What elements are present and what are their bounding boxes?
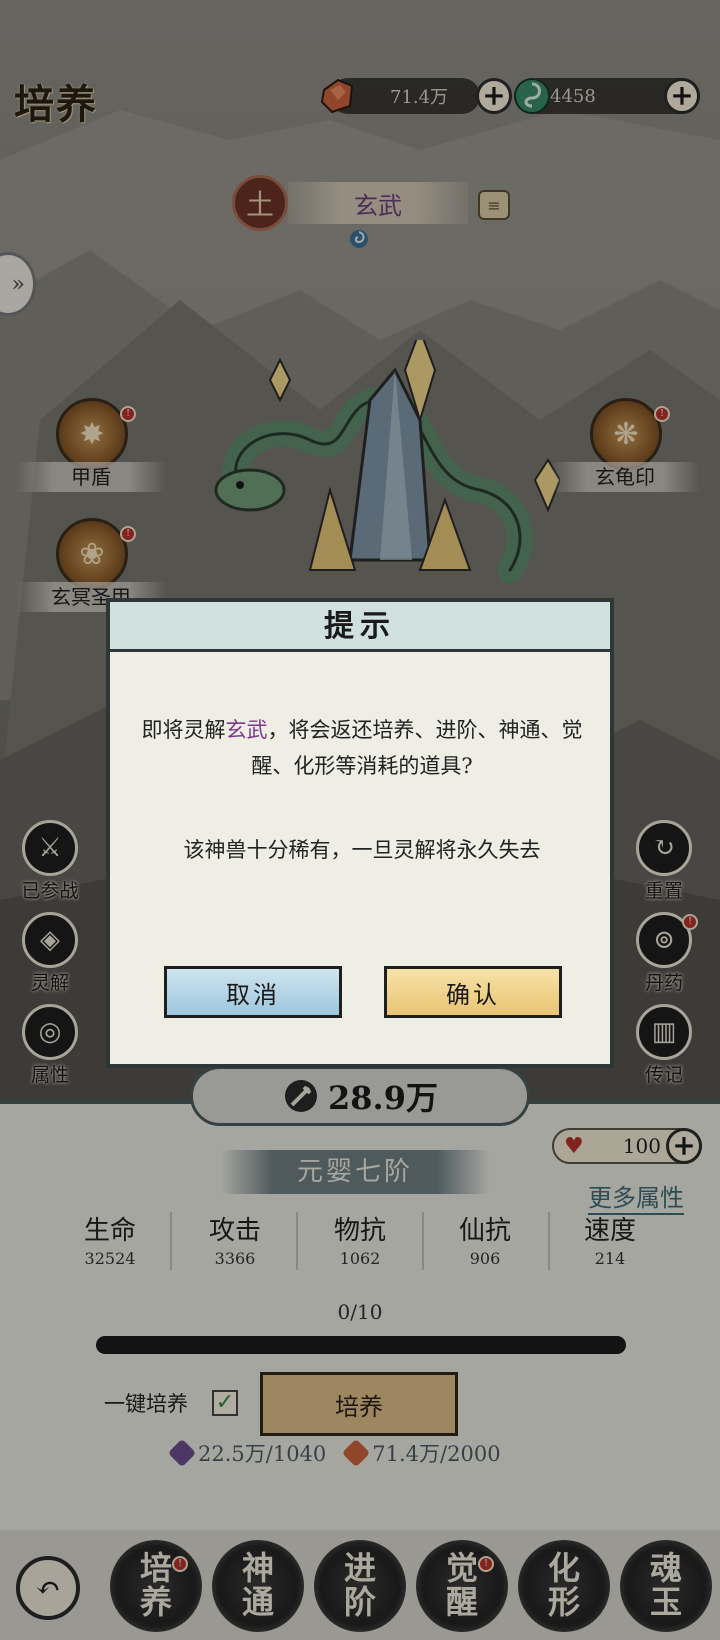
release-confirm-dialog: 提示 即将灵解玄武，将会返还培养、进阶、神通、觉醒、化形等消耗的道具? 该神兽十… bbox=[106, 598, 614, 1068]
ore-icon bbox=[342, 1438, 371, 1468]
crossed-swords-icon: ⚔ bbox=[22, 820, 78, 876]
cultivate-progress-text: 0/10 bbox=[337, 1300, 383, 1324]
tab-soul-jade-char2: 玉 bbox=[649, 1583, 682, 1621]
cultivate-button[interactable]: 培养 bbox=[260, 1372, 458, 1436]
combat-power: 28.9万 bbox=[190, 1066, 530, 1126]
stat-attack-name: 攻击 bbox=[208, 1216, 261, 1246]
tab-soul-jade-char1: 魂 bbox=[649, 1549, 682, 1588]
release-button[interactable]: ◈ 灵解 bbox=[10, 912, 90, 995]
tab-awaken-char1: 觉 bbox=[445, 1549, 478, 1588]
confirm-button[interactable]: 确认 bbox=[384, 966, 562, 1018]
cultivate-progress-bar bbox=[96, 1336, 626, 1354]
tab-advance-char2: 阶 bbox=[343, 1583, 376, 1621]
stat-speed-name: 速度 bbox=[583, 1216, 636, 1246]
heart-icon: ♥ bbox=[564, 1133, 584, 1159]
stat-hp-name: 生命 bbox=[83, 1216, 136, 1246]
reset-swirl-icon: ↻ bbox=[636, 820, 692, 876]
tab-transform[interactable]: 化形 bbox=[518, 1540, 610, 1632]
element-earth-badge: 土 bbox=[232, 175, 288, 231]
reset-button[interactable]: ↻ 重置 bbox=[624, 820, 704, 903]
cost-ore: 71.4万/2000 bbox=[372, 1442, 501, 1466]
stat-divider bbox=[422, 1212, 424, 1270]
stat-immortal-res-value: 906 bbox=[469, 1249, 501, 1268]
page-title: 培养 bbox=[14, 81, 98, 128]
one-click-label: 一键培养 bbox=[104, 1392, 188, 1416]
skill-xuanguiyin-alert-dot: ! bbox=[654, 406, 670, 422]
elixir-label: 丹药 bbox=[644, 972, 683, 994]
elixir-alert-dot: ! bbox=[682, 914, 698, 930]
release-rune-icon: ◈ bbox=[22, 912, 78, 968]
attributes-label: 属性 bbox=[30, 1064, 69, 1086]
tab-transform-char1: 化 bbox=[547, 1549, 580, 1588]
purple-stone-icon bbox=[167, 1438, 197, 1468]
skill-jiadun-alert-dot: ! bbox=[120, 406, 136, 422]
stat-attack-value: 3366 bbox=[214, 1249, 256, 1268]
biography-label: 传记 bbox=[644, 1064, 683, 1086]
add-jade-button[interactable]: + bbox=[664, 78, 700, 114]
skill-xuanguiyin-label: 玄龟印 bbox=[550, 462, 700, 492]
dialog-beast-name: 玄武 bbox=[225, 718, 268, 742]
stat-immortal-res: 仙抗 906 bbox=[425, 1210, 545, 1268]
stat-divider bbox=[170, 1212, 172, 1270]
tab-awaken[interactable]: 觉醒 bbox=[416, 1540, 508, 1632]
dialog-title: 提示 bbox=[110, 602, 610, 652]
tab-cultivate-char1: 培 bbox=[139, 1549, 172, 1588]
info-scroll-icon[interactable]: ≡ bbox=[478, 190, 510, 220]
stat-phys-res-value: 1062 bbox=[339, 1249, 381, 1268]
cost-stone: 22.5万/1040 bbox=[198, 1442, 327, 1466]
tab-awaken-char2: 醒 bbox=[445, 1583, 478, 1621]
jade-swirl-icon bbox=[514, 78, 550, 114]
stat-divider bbox=[296, 1212, 298, 1270]
skill-xuanmingshengjia-alert-dot: ! bbox=[120, 526, 136, 542]
add-ore-button[interactable]: + bbox=[476, 78, 512, 114]
tab-divine-arts-char2: 通 bbox=[241, 1583, 274, 1621]
tab-cultivate[interactable]: 培养 bbox=[110, 1540, 202, 1632]
tab-advance[interactable]: 进阶 bbox=[314, 1540, 406, 1632]
ore-icon bbox=[320, 78, 354, 114]
attributes-button[interactable]: ◎ 属性 bbox=[10, 1004, 90, 1087]
skill-xuanguiyin-icon[interactable]: ❋ bbox=[590, 398, 662, 470]
tab-divine-arts[interactable]: 神通 bbox=[212, 1540, 304, 1632]
biography-button[interactable]: ▥ 传记 bbox=[624, 1004, 704, 1087]
stat-attack: 攻击 3366 bbox=[175, 1210, 295, 1268]
water-swirl-icon bbox=[350, 230, 368, 248]
stat-speed-value: 214 bbox=[594, 1249, 626, 1268]
deployed-button[interactable]: ⚔ 已参战 bbox=[10, 820, 90, 903]
stat-phys-res-name: 物抗 bbox=[333, 1216, 386, 1246]
skill-jiadun-label: 甲盾 bbox=[16, 462, 166, 492]
dialog-message: 即将灵解玄武，将会返还培养、进阶、神通、觉醒、化形等消耗的道具? bbox=[132, 712, 592, 784]
stat-hp: 生命 32524 bbox=[50, 1210, 170, 1268]
stat-phys-res: 物抗 1062 bbox=[300, 1210, 420, 1268]
deployed-label: 已参战 bbox=[21, 880, 79, 902]
dialog-message-post: ，将会返还培养、进阶、神通、觉醒、化形等消耗的道具? bbox=[251, 718, 583, 778]
one-click-checkbox[interactable]: ✓ bbox=[212, 1390, 238, 1416]
dialog-warning: 该神兽十分稀有，一旦灵解将永久失去 bbox=[183, 838, 541, 862]
xuanwu-creature-art bbox=[214, 340, 560, 583]
tab-divine-arts-char1: 神 bbox=[241, 1549, 274, 1588]
cost-row: 22.5万/1040 71.4万/2000 bbox=[167, 1438, 501, 1468]
attributes-swirl-icon: ◎ bbox=[22, 1004, 78, 1060]
dialog-message-pre: 即将灵解 bbox=[141, 718, 226, 742]
release-label: 灵解 bbox=[30, 972, 69, 994]
stat-immortal-res-name: 仙抗 bbox=[458, 1216, 511, 1246]
book-icon: ▥ bbox=[636, 1004, 692, 1060]
combat-power-value: 28.9万 bbox=[328, 1079, 438, 1117]
beast-name: 玄武 bbox=[288, 182, 468, 224]
realm-badge: 元婴七阶 bbox=[220, 1150, 490, 1194]
tab-awaken-alert-dot: ! bbox=[478, 1556, 494, 1572]
back-arrow-button[interactable]: ↶ bbox=[16, 1556, 80, 1620]
tab-soul-jade[interactable]: 魂玉 bbox=[620, 1540, 712, 1632]
tab-cultivate-alert-dot: ! bbox=[172, 1556, 188, 1572]
skill-xuanmingshengjia-icon[interactable]: ❀ bbox=[56, 518, 128, 590]
reset-label: 重置 bbox=[644, 880, 683, 902]
add-vitality-button[interactable]: + bbox=[666, 1128, 702, 1164]
skill-jiadun-icon[interactable]: ✸ bbox=[56, 398, 128, 470]
tab-advance-char1: 进 bbox=[343, 1549, 376, 1588]
stat-speed: 速度 214 bbox=[550, 1210, 670, 1268]
tab-cultivate-char2: 养 bbox=[139, 1583, 172, 1621]
stat-hp-value: 32524 bbox=[84, 1249, 136, 1268]
tab-transform-char2: 形 bbox=[547, 1583, 580, 1621]
cancel-button[interactable]: 取消 bbox=[164, 966, 342, 1018]
power-sword-icon bbox=[285, 1080, 318, 1112]
